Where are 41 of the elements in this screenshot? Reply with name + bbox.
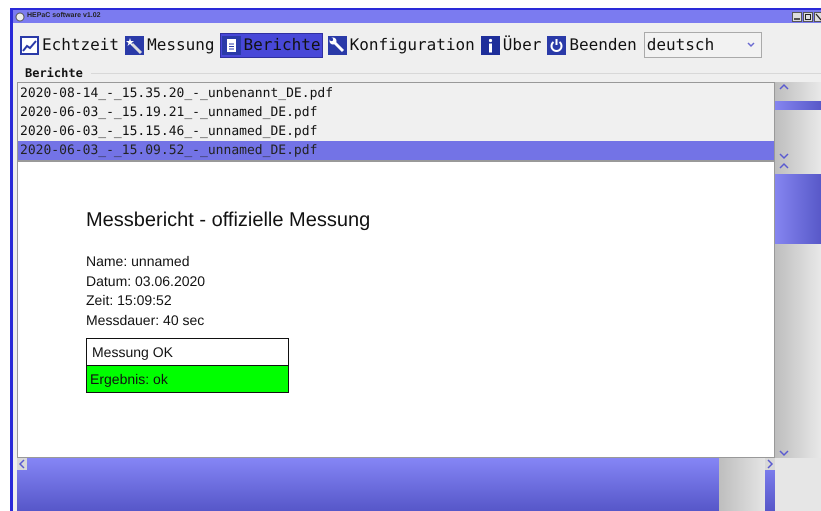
power-icon: [547, 36, 566, 54]
report-line: Name: unnamed: [86, 252, 191, 271]
wrench-icon: [328, 36, 347, 54]
maximize-icon[interactable]: [803, 12, 813, 22]
file-list-item[interactable]: 2020-08-14_-_15.35.20_-_unbenannt_DE.pdf: [18, 84, 774, 103]
list-scrollbar[interactable]: [775, 82, 821, 161]
toolbar-tab[interactable]: Über: [480, 32, 542, 58]
scroll-right-icon[interactable]: [765, 458, 775, 470]
chevron-down-icon: [746, 41, 756, 49]
scroll-up-icon[interactable]: [778, 162, 790, 170]
close-icon[interactable]: [814, 12, 821, 22]
document-icon: [222, 36, 240, 54]
report-line: Zeit: 15:09:52: [86, 291, 173, 310]
scroll-down-icon[interactable]: [778, 152, 790, 160]
scroll-thumb[interactable]: [775, 174, 821, 244]
magic-wand-icon: [125, 36, 144, 54]
horizontal-scrollbar[interactable]: [17, 458, 775, 511]
report-title: Messbericht - offizielle Messung: [86, 208, 372, 232]
group-label: Berichte: [25, 65, 83, 82]
window-menu-icon[interactable]: [15, 12, 25, 22]
info-icon: [480, 36, 500, 54]
report-line: Datum: 03.06.2020: [86, 272, 206, 290]
line-chart-icon: [20, 36, 39, 54]
toolbar-tab[interactable]: Beenden: [546, 32, 638, 58]
viewer-scrollbar[interactable]: [775, 161, 821, 458]
scroll-up-icon[interactable]: [778, 83, 790, 91]
toolbar-tab[interactable]: Echtzeit: [19, 32, 120, 58]
scroll-left-icon[interactable]: [17, 458, 27, 470]
scroll-thumb[interactable]: [775, 101, 821, 110]
scrollbar-track: [719, 458, 765, 511]
toolbar-tab[interactable]: Messung: [124, 32, 216, 58]
file-list-item[interactable]: 2020-06-03_-_15.09.52_-_unnamed_DE.pdf: [18, 141, 774, 160]
result-cell: Ergebnis: ok: [87, 366, 288, 392]
scroll-down-icon[interactable]: [778, 449, 790, 457]
language-select[interactable]: deutsch: [644, 32, 762, 58]
toolbar-tab[interactable]: Konfiguration: [326, 32, 476, 58]
file-list-item[interactable]: 2020-06-03_-_15.15.46_-_unnamed_DE.pdf: [18, 122, 774, 141]
report-line: Messdauer: 40 sec: [86, 310, 206, 330]
scrollbar-corner: [775, 458, 821, 511]
minimize-icon[interactable]: [792, 12, 802, 22]
file-list-item[interactable]: 2020-06-03_-_15.19.21_-_unnamed_DE.pdf: [18, 103, 774, 122]
